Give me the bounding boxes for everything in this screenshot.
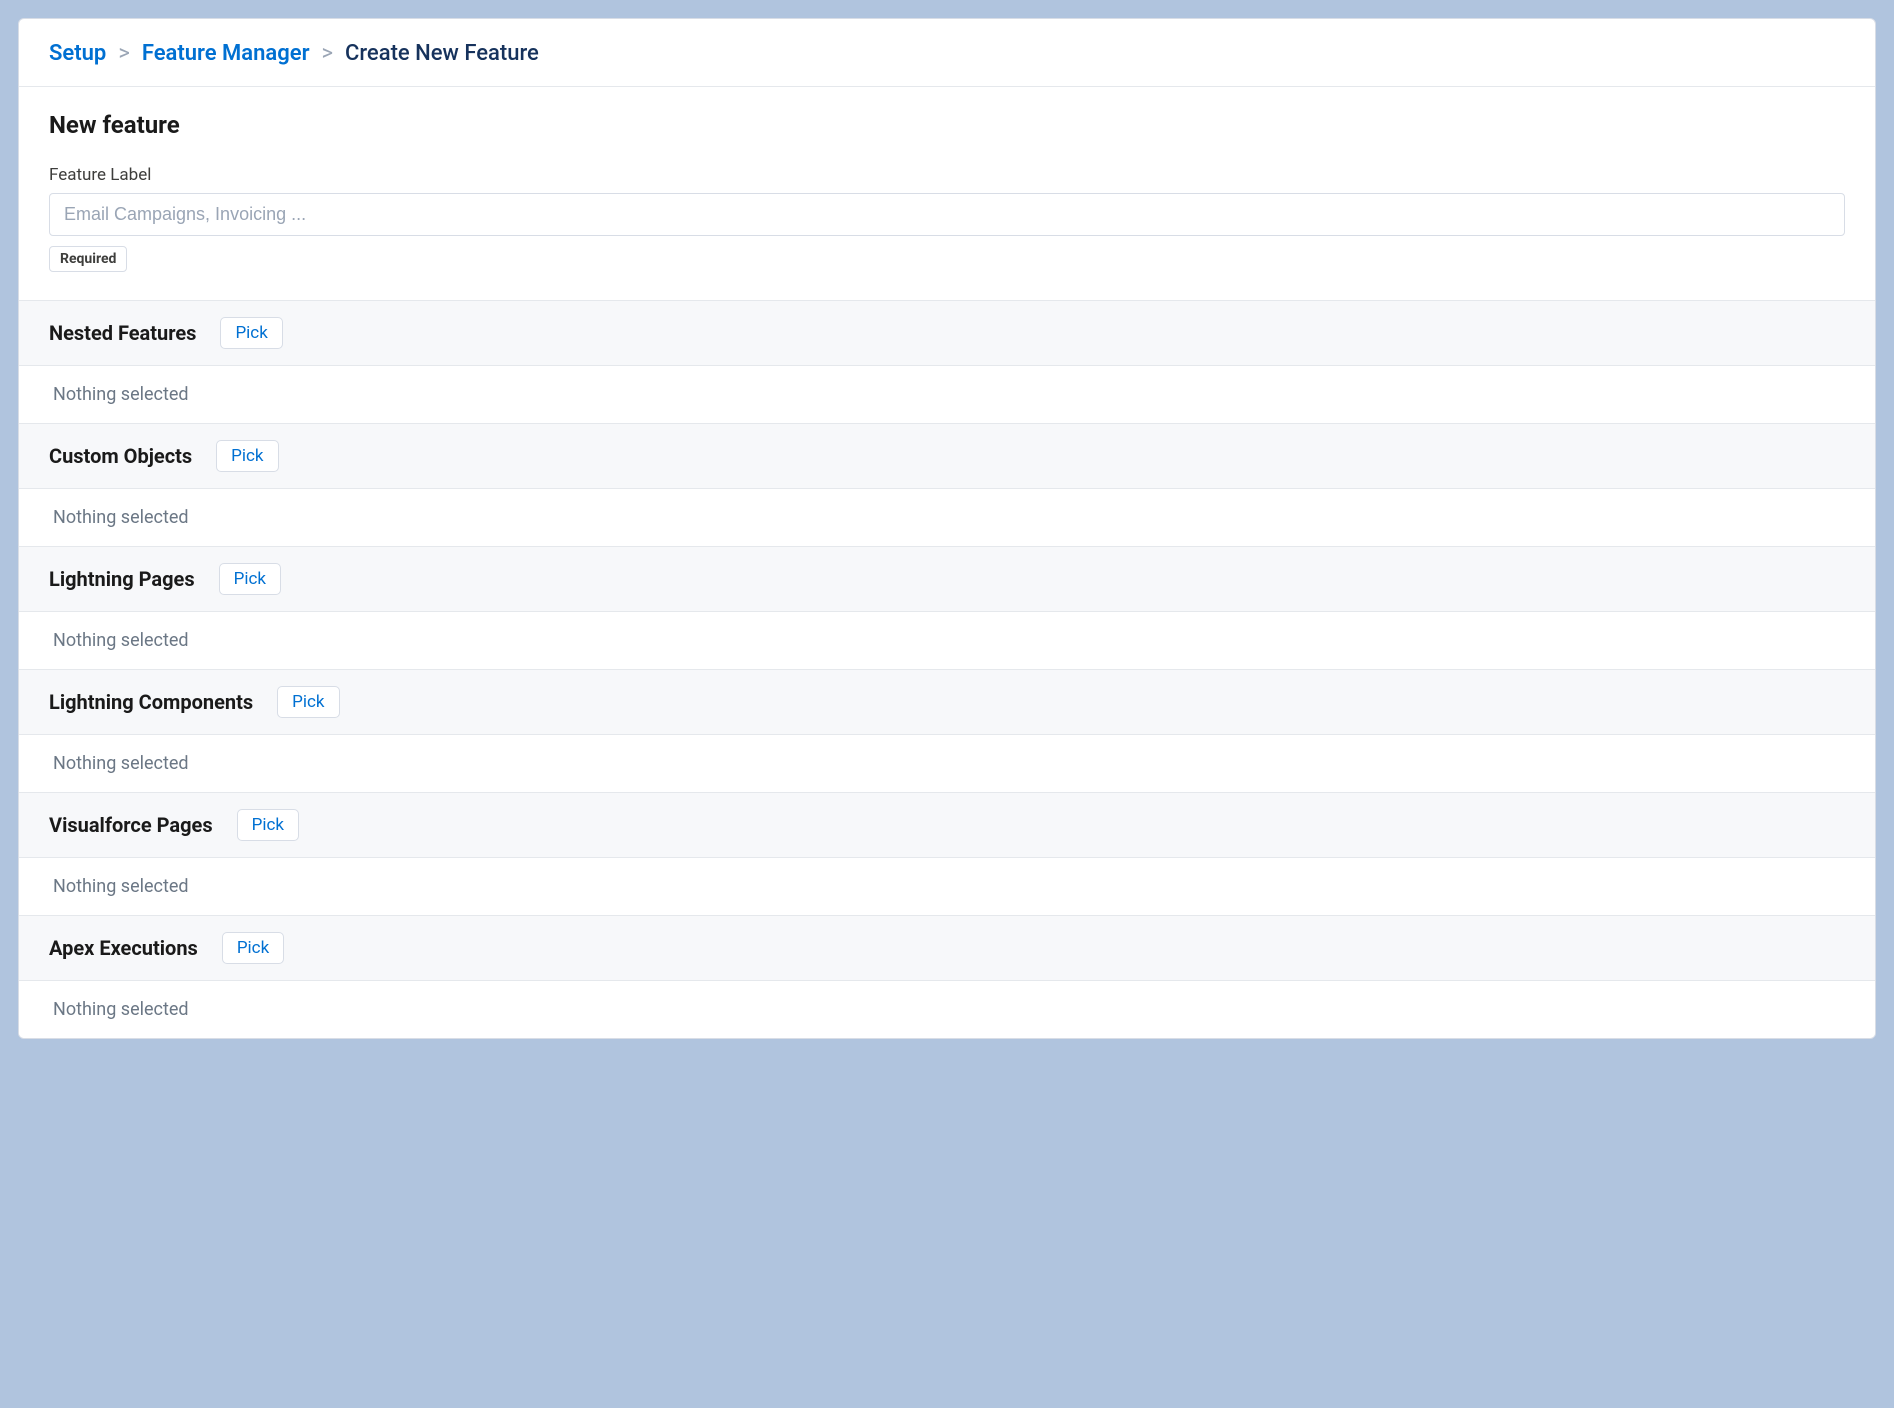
feature-label-field-label: Feature Label xyxy=(49,165,1845,185)
pick-button-lightning-pages[interactable]: Pick xyxy=(219,563,281,595)
section-header-lightning-pages: Lightning Pages Pick xyxy=(19,546,1875,612)
breadcrumb-link-feature-manager[interactable]: Feature Manager xyxy=(142,41,310,66)
chevron-right-icon: > xyxy=(321,41,333,66)
section-title: Custom Objects xyxy=(49,444,192,468)
breadcrumb-link-setup[interactable]: Setup xyxy=(49,41,106,66)
section-title: Nested Features xyxy=(49,321,196,345)
pick-button-apex-executions[interactable]: Pick xyxy=(222,932,284,964)
section-body-custom-objects: Nothing selected xyxy=(19,489,1875,546)
pick-button-visualforce-pages[interactable]: Pick xyxy=(237,809,299,841)
section-title: Visualforce Pages xyxy=(49,813,213,837)
page-title: New feature xyxy=(49,111,1845,139)
breadcrumb: Setup > Feature Manager > Create New Fea… xyxy=(19,19,1875,87)
section-header-nested-features: Nested Features Pick xyxy=(19,300,1875,366)
feature-label-input[interactable] xyxy=(49,193,1845,236)
form-top: New feature Feature Label Required xyxy=(19,87,1875,300)
section-header-lightning-components: Lightning Components Pick xyxy=(19,669,1875,735)
section-title: Lightning Components xyxy=(49,690,253,714)
section-title: Apex Executions xyxy=(49,936,198,960)
pick-button-custom-objects[interactable]: Pick xyxy=(216,440,278,472)
pick-button-nested-features[interactable]: Pick xyxy=(220,317,282,349)
section-body-lightning-components: Nothing selected xyxy=(19,735,1875,792)
breadcrumb-current: Create New Feature xyxy=(345,41,539,66)
pick-button-lightning-components[interactable]: Pick xyxy=(277,686,339,718)
section-body-nested-features: Nothing selected xyxy=(19,366,1875,423)
chevron-right-icon: > xyxy=(118,41,130,66)
section-header-visualforce-pages: Visualforce Pages Pick xyxy=(19,792,1875,858)
section-header-custom-objects: Custom Objects Pick xyxy=(19,423,1875,489)
main-card: Setup > Feature Manager > Create New Fea… xyxy=(18,18,1876,1039)
section-body-lightning-pages: Nothing selected xyxy=(19,612,1875,669)
required-badge: Required xyxy=(49,246,127,272)
section-header-apex-executions: Apex Executions Pick xyxy=(19,915,1875,981)
section-title: Lightning Pages xyxy=(49,567,195,591)
section-body-visualforce-pages: Nothing selected xyxy=(19,858,1875,915)
section-body-apex-executions: Nothing selected xyxy=(19,981,1875,1038)
